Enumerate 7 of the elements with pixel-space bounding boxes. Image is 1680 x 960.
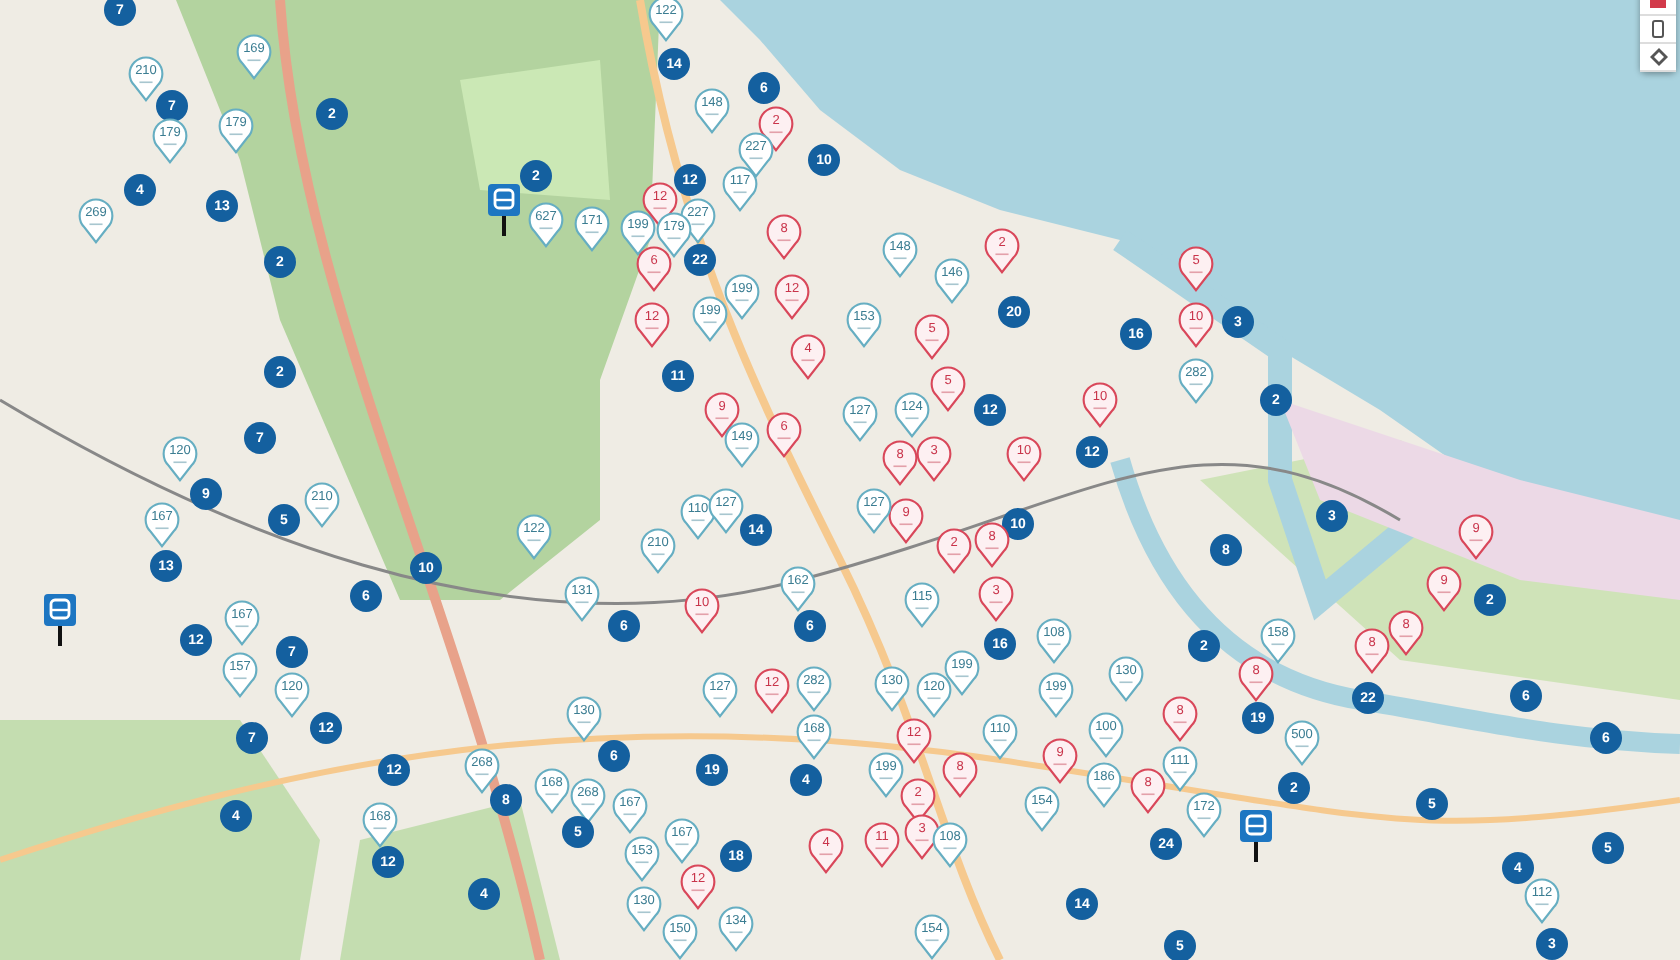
compass-icon xyxy=(1649,48,1667,66)
device-button[interactable] xyxy=(1640,16,1676,44)
bus-stop-icon[interactable] xyxy=(1240,810,1272,862)
locate-button[interactable] xyxy=(1640,44,1676,72)
bus-stop-icon[interactable] xyxy=(488,184,520,236)
bus-stop-icon[interactable] xyxy=(44,594,76,646)
phone-icon xyxy=(1652,20,1664,38)
